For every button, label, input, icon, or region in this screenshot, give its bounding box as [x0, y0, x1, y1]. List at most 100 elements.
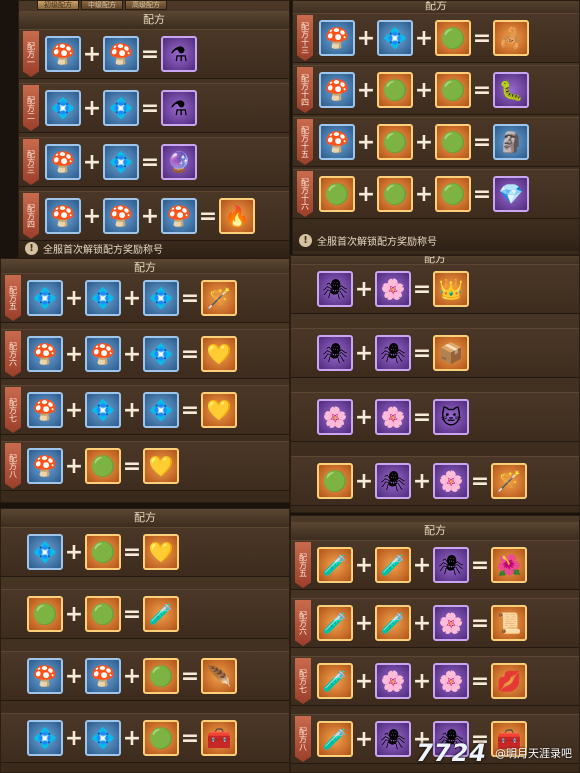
- ingredient-herb-icon[interactable]: 🟢: [377, 124, 413, 160]
- ingredient-pot-icon[interactable]: 🧪: [317, 605, 353, 641]
- ingredient-blossom-icon[interactable]: 🌸: [375, 399, 411, 435]
- ingredient-pot-icon[interactable]: 🧪: [317, 721, 353, 757]
- recipe-row[interactable]: 配方五 💠 + 💠 + 💠 = 🪄: [1, 273, 289, 323]
- tab-basic[interactable]: 初级配方: [37, 1, 79, 10]
- recipe-row[interactable]: 配方五 🧪 + 🧪 + 🕷 = 🌺: [291, 540, 579, 590]
- ingredient-mushroom-icon[interactable]: 🍄: [103, 36, 139, 72]
- ingredient-mushroom-icon[interactable]: 🍄: [27, 448, 63, 484]
- ingredient-mushroom-icon[interactable]: 🍄: [319, 20, 355, 56]
- ingredient-blossom-icon[interactable]: 🌸: [375, 663, 411, 699]
- ingredient-flower-icon[interactable]: 💠: [143, 392, 179, 428]
- ingredient-flower-icon[interactable]: 💠: [85, 392, 121, 428]
- recipe-row[interactable]: 配方十六 🟢 + 🟢 + 🟢 = 💎: [293, 169, 579, 219]
- output-gem-icon[interactable]: 💛: [143, 448, 179, 484]
- recipe-row[interactable]: 🟢 + 🕷 + 🌸 = 🪄: [291, 456, 579, 506]
- output-gem-icon[interactable]: 💛: [201, 392, 237, 428]
- ingredient-spider-icon[interactable]: 🕷: [317, 335, 353, 371]
- ingredient-pot-icon[interactable]: 🧪: [375, 605, 411, 641]
- output-bug-icon[interactable]: 🐛: [493, 72, 529, 108]
- output-potion-icon[interactable]: ⚗: [161, 36, 197, 72]
- ingredient-spider-icon[interactable]: 🕷: [375, 463, 411, 499]
- output-chest-icon[interactable]: 🧰: [201, 720, 237, 756]
- output-gem-icon[interactable]: 💛: [201, 336, 237, 372]
- ingredient-herb-icon[interactable]: 🟢: [377, 176, 413, 212]
- ingredient-herb-icon[interactable]: 🟢: [435, 124, 471, 160]
- recipe-row[interactable]: 配方十五 🍄 + 🟢 + 🟢 = 🗿: [293, 117, 579, 167]
- tab-intermediate[interactable]: 中级配方: [81, 1, 123, 10]
- ingredient-mushroom-icon[interactable]: 🍄: [45, 144, 81, 180]
- ingredient-flower-icon[interactable]: 💠: [103, 90, 139, 126]
- ingredient-spider-icon[interactable]: 🕷: [375, 721, 411, 757]
- ingredient-herb-icon[interactable]: 🟢: [319, 176, 355, 212]
- ingredient-blossom-icon[interactable]: 🌸: [433, 605, 469, 641]
- ingredient-mushroom-icon[interactable]: 🍄: [27, 658, 63, 694]
- ingredient-herb-icon[interactable]: 🟢: [435, 20, 471, 56]
- output-orb-icon[interactable]: 🔮: [161, 144, 197, 180]
- ingredient-pot-icon[interactable]: 🧪: [317, 547, 353, 583]
- recipe-row[interactable]: 配方八 🍄 + 🟢 = 💛: [1, 441, 289, 491]
- output-scepter-icon[interactable]: 🪄: [491, 463, 527, 499]
- output-feather-icon[interactable]: 🪶: [201, 658, 237, 694]
- output-gem-icon[interactable]: 💛: [143, 534, 179, 570]
- tab-advanced[interactable]: 高级配方: [125, 1, 167, 10]
- output-warrior-icon[interactable]: 👑: [433, 271, 469, 307]
- recipe-row[interactable]: 配方十三 🍄 + 💠 + 🟢 = 🦂: [293, 13, 579, 63]
- ingredient-mushroom-icon[interactable]: 🍄: [85, 658, 121, 694]
- output-wreath-icon[interactable]: 🌺: [491, 547, 527, 583]
- ingredient-flower-icon[interactable]: 💠: [85, 280, 121, 316]
- ingredient-mushroom-icon[interactable]: 🍄: [319, 72, 355, 108]
- output-scorpion-icon[interactable]: 🦂: [493, 20, 529, 56]
- ingredient-mushroom-icon[interactable]: 🍄: [27, 392, 63, 428]
- recipe-row[interactable]: 💠 + 🟢 = 💛: [1, 527, 289, 577]
- output-box-icon[interactable]: 📦: [433, 335, 469, 371]
- output-potion-icon[interactable]: ⚗: [161, 90, 197, 126]
- output-flame-icon[interactable]: 🔥: [219, 198, 255, 234]
- ingredient-flower-icon[interactable]: 💠: [27, 280, 63, 316]
- ingredient-herb-icon[interactable]: 🟢: [143, 720, 179, 756]
- ingredient-herb-icon[interactable]: 🟢: [27, 596, 63, 632]
- recipe-row[interactable]: 配方四 🍄 + 🍄 + 🍄 = 🔥: [19, 191, 289, 241]
- ingredient-herb-icon[interactable]: 🟢: [435, 72, 471, 108]
- ingredient-herb-icon[interactable]: 🟢: [377, 72, 413, 108]
- ingredient-herb-icon[interactable]: 🟢: [85, 448, 121, 484]
- ingredient-mushroom-icon[interactable]: 🍄: [45, 36, 81, 72]
- ingredient-flower-icon[interactable]: 💠: [377, 20, 413, 56]
- ingredient-flower-icon[interactable]: 💠: [103, 144, 139, 180]
- recipe-row[interactable]: 配方六 🍄 + 🍄 + 💠 = 💛: [1, 329, 289, 379]
- ingredient-blossom-icon[interactable]: 🌸: [433, 663, 469, 699]
- ingredient-blossom-icon[interactable]: 🌸: [375, 271, 411, 307]
- output-pot-icon[interactable]: 🧪: [143, 596, 179, 632]
- recipe-row[interactable]: 🕷 + 🌸 = 👑: [291, 264, 579, 314]
- recipe-row[interactable]: 配方六 🧪 + 🧪 + 🌸 = 📜: [291, 598, 579, 648]
- ingredient-flower-icon[interactable]: 💠: [143, 280, 179, 316]
- recipe-row[interactable]: 配方七 🍄 + 💠 + 💠 = 💛: [1, 385, 289, 435]
- output-crystal-icon[interactable]: 💎: [493, 176, 529, 212]
- ingredient-herb-icon[interactable]: 🟢: [435, 176, 471, 212]
- ingredient-pot-icon[interactable]: 🧪: [317, 663, 353, 699]
- ingredient-spider-icon[interactable]: 🕷: [433, 547, 469, 583]
- output-lips-icon[interactable]: 💋: [491, 663, 527, 699]
- ingredient-mushroom-icon[interactable]: 🍄: [27, 336, 63, 372]
- ingredient-mushroom-icon[interactable]: 🍄: [103, 198, 139, 234]
- recipe-row[interactable]: 配方十四 🍄 + 🟢 + 🟢 = 🐛: [293, 65, 579, 115]
- recipe-row[interactable]: 🍄 + 🍄 + 🟢 = 🪶: [1, 651, 289, 701]
- recipe-row[interactable]: 配方七 🧪 + 🌸 + 🌸 = 💋: [291, 656, 579, 706]
- recipe-row[interactable]: 💠 + 💠 + 🟢 = 🧰: [1, 713, 289, 763]
- ingredient-mushroom-icon[interactable]: 🍄: [85, 336, 121, 372]
- ingredient-herb-icon[interactable]: 🟢: [85, 534, 121, 570]
- recipe-row[interactable]: 配方二 💠 + 💠 = ⚗: [19, 83, 289, 133]
- ingredient-spider-icon[interactable]: 🕷: [375, 335, 411, 371]
- output-cat-icon[interactable]: 🐱: [433, 399, 469, 435]
- ingredient-mushroom-icon[interactable]: 🍄: [161, 198, 197, 234]
- ingredient-herb-icon[interactable]: 🟢: [143, 658, 179, 694]
- ingredient-blossom-icon[interactable]: 🌸: [433, 463, 469, 499]
- recipe-row[interactable]: 🟢 + 🟢 = 🧪: [1, 589, 289, 639]
- ingredient-flower-icon[interactable]: 💠: [27, 720, 63, 756]
- recipe-row[interactable]: 🕷 + 🕷 = 📦: [291, 328, 579, 378]
- output-mask-icon[interactable]: 🗿: [493, 124, 529, 160]
- ingredient-mushroom-icon[interactable]: 🍄: [319, 124, 355, 160]
- ingredient-spider-icon[interactable]: 🕷: [317, 271, 353, 307]
- ingredient-flower-icon[interactable]: 💠: [85, 720, 121, 756]
- recipe-row[interactable]: 🌸 + 🌸 = 🐱: [291, 392, 579, 442]
- ingredient-mushroom-icon[interactable]: 🍄: [45, 198, 81, 234]
